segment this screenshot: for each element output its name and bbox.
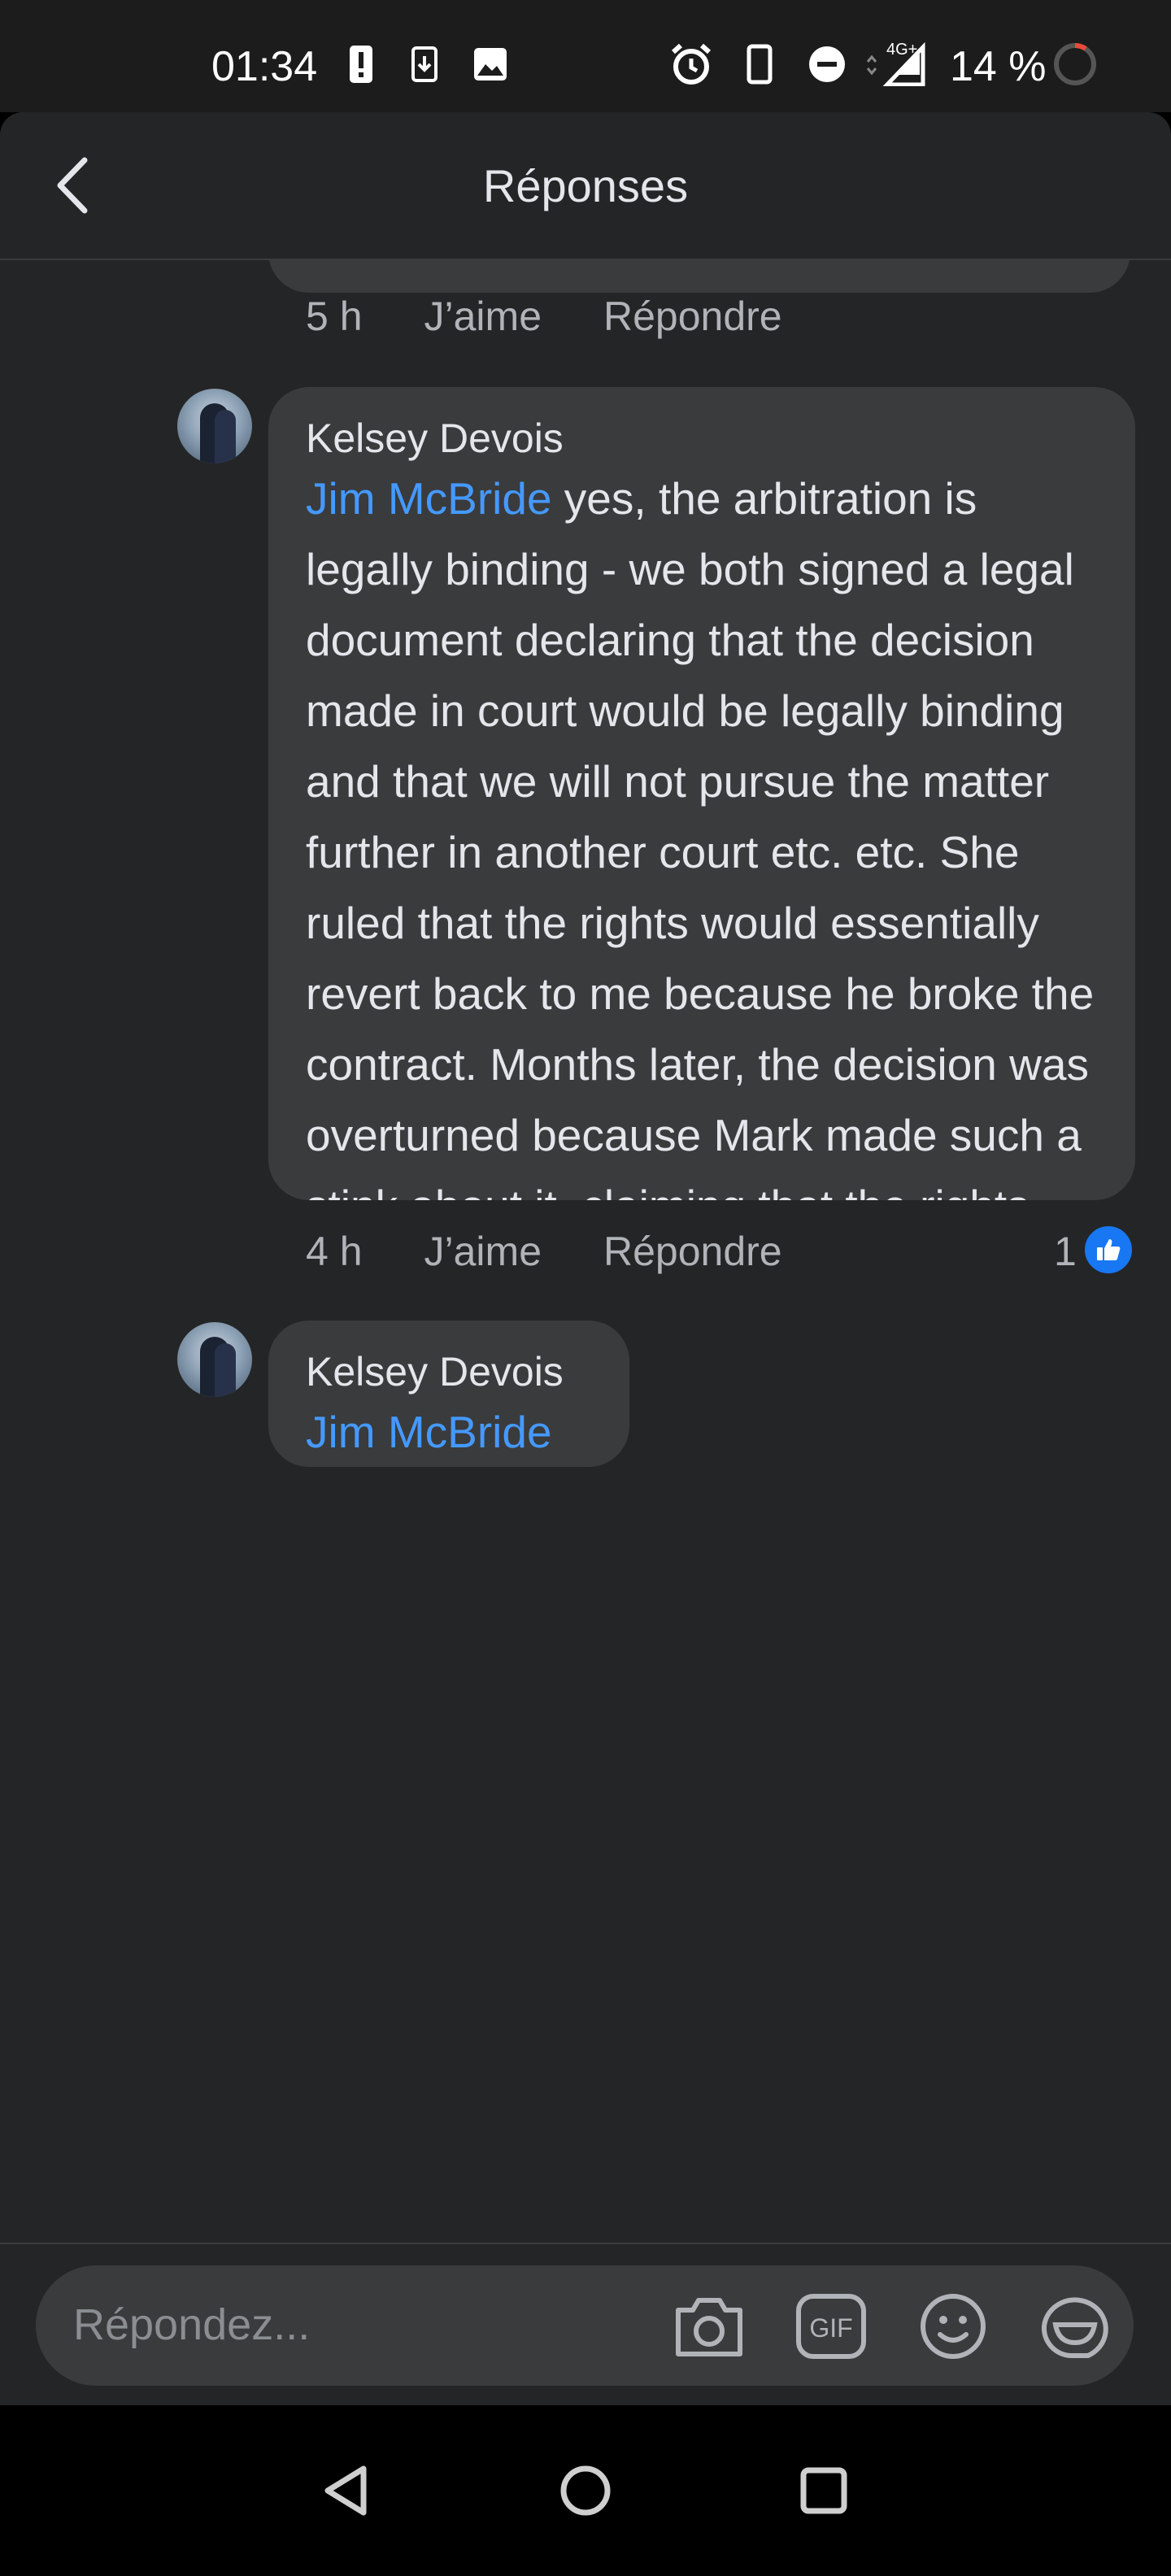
emoji-icon[interactable] — [914, 2290, 992, 2363]
download-icon — [407, 44, 442, 85]
mention-link[interactable]: Jim McBride — [306, 1407, 552, 1457]
like-link[interactable]: J’aime — [424, 293, 542, 340]
like-link[interactable]: J’aime — [424, 1228, 542, 1275]
mention-link[interactable]: Jim McBride — [306, 473, 552, 524]
comments-list[interactable]: 5 h J’aime Répondre Kelsey Devois Jim Mc… — [0, 260, 1171, 2243]
composer-bar: Répondez... GIF — [0, 2243, 1171, 2405]
thumbs-up-icon[interactable] — [1082, 1223, 1135, 1277]
avatar[interactable] — [177, 1322, 252, 1397]
signal-icon: 4G+ — [862, 41, 927, 86]
dnd-icon — [807, 44, 847, 85]
sticker-icon[interactable] — [1036, 2290, 1114, 2363]
reaction-count[interactable]: 1 — [1054, 1228, 1077, 1275]
header: Réponses — [0, 112, 1171, 260]
camera-icon[interactable] — [670, 2290, 748, 2363]
battery-percent: 14 % — [950, 43, 1047, 90]
previous-comment-meta: 5 h J’aime Répondre — [306, 293, 844, 340]
gif-icon[interactable]: GIF — [792, 2290, 870, 2363]
alert-icon — [345, 44, 377, 85]
svg-text:GIF: GIF — [809, 2313, 852, 2343]
comment-bubble[interactable]: Kelsey Devois Jim McBride — [268, 1321, 629, 1467]
battery-ring-icon — [1051, 42, 1099, 85]
comment-author[interactable]: Kelsey Devois — [306, 415, 1099, 462]
avatar[interactable] — [177, 389, 252, 463]
comment-text: Jim McBride yes, the arbitration is lega… — [306, 463, 1099, 1200]
comment-meta: 4 h J’aime Répondre — [306, 1228, 844, 1275]
image-icon — [470, 44, 511, 85]
system-nav-bar — [0, 2405, 1171, 2576]
reply-input[interactable]: Répondez... GIF — [36, 2265, 1134, 2386]
comment-bubble[interactable]: Kelsey Devois Jim McBride yes, the arbit… — [268, 387, 1135, 1200]
back-triangle-icon[interactable] — [309, 2454, 382, 2527]
recents-square-icon[interactable] — [787, 2454, 860, 2527]
comment-author[interactable]: Kelsey Devois — [306, 1348, 594, 1395]
page-title: Réponses — [482, 160, 689, 211]
comment-time: 4 h — [306, 1229, 363, 1274]
comment-text: Jim McBride — [306, 1397, 594, 1467]
network-label: 4G+ — [886, 41, 918, 59]
alarm-icon — [668, 43, 714, 85]
status-time: 01:34 — [211, 43, 318, 90]
reply-placeholder: Répondez... — [73, 2300, 311, 2349]
replies-panel: Réponses 5 h J’aime Répondre Kelsey Devo… — [0, 112, 1171, 2405]
phone-icon — [742, 44, 777, 85]
reply-link[interactable]: Répondre — [603, 293, 782, 340]
reply-link[interactable]: Répondre — [603, 1228, 782, 1275]
previous-comment-bubble[interactable] — [268, 260, 1130, 293]
home-circle-icon[interactable] — [549, 2454, 622, 2527]
comment-time: 5 h — [306, 294, 363, 339]
comment-body: yes, the arbitration is legally binding … — [306, 473, 1095, 1200]
status-bar: 01:34 4G+ 14 % — [0, 0, 1171, 112]
